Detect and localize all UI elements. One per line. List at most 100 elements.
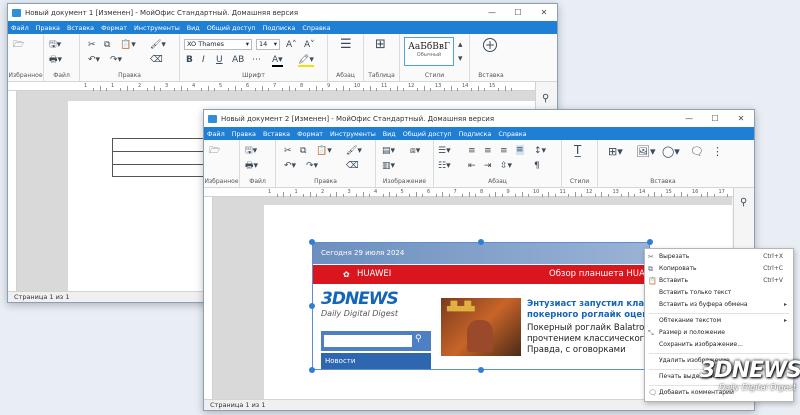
copy-icon[interactable]: ⧉	[104, 40, 110, 50]
ctx-paste[interactable]: 📋 Вставить Ctrl+V	[645, 275, 793, 287]
window-controls: — ☐ ✕	[479, 4, 557, 21]
insert-plus-icon[interactable]: +	[483, 38, 497, 52]
paragraph-spacing-icon[interactable]: ⇳▾	[500, 161, 512, 171]
underline-icon[interactable]: U	[216, 55, 223, 65]
ctx-paste-clipboard[interactable]: Вставить из буфера обмена ▸	[645, 299, 793, 311]
menu-help[interactable]: Справка	[302, 24, 330, 32]
ctx-cut[interactable]: ✂ Вырезать Ctrl+X	[645, 251, 793, 263]
selection-handle[interactable]	[309, 239, 315, 245]
font-color-icon[interactable]: A▾	[272, 55, 283, 67]
more-font-icon[interactable]: ⋯	[252, 55, 261, 65]
align-left-icon[interactable]: ≡	[468, 146, 476, 156]
open-folder-icon[interactable]: 🗁	[209, 146, 220, 156]
selection-handle[interactable]	[478, 239, 484, 245]
menu-file[interactable]: Файл	[207, 130, 225, 138]
menu-edit[interactable]: Правка	[232, 130, 256, 138]
paragraph-icon[interactable]: ☰	[340, 38, 352, 51]
table-icon[interactable]: ⊞	[375, 38, 386, 51]
grow-font-icon[interactable]: A˄	[286, 40, 297, 50]
image-align-icon[interactable]: ▥▾	[382, 161, 395, 171]
italic-icon[interactable]: I	[202, 55, 205, 65]
menu-tools[interactable]: Инструменты	[330, 130, 376, 138]
insert-more-icon[interactable]: ⋮	[712, 146, 723, 157]
minimize-icon[interactable]: —	[676, 110, 702, 127]
image-settings-icon[interactable]: ⧈▾	[410, 146, 420, 156]
menu-subscription[interactable]: Подписка	[263, 24, 296, 32]
ctx-size-position[interactable]: ⤡ Размер и положение	[645, 327, 793, 339]
ctx-paste-text[interactable]: Вставить только текст	[645, 287, 793, 299]
search-icon[interactable]: ⚲	[542, 94, 549, 104]
maximize-icon[interactable]: ☐	[702, 110, 728, 127]
minimize-icon[interactable]: —	[479, 4, 505, 21]
line-spacing-icon[interactable]: ↕▾	[534, 146, 546, 156]
styles-more-icon[interactable]: ▴	[458, 40, 463, 50]
indent-decrease-icon[interactable]: ⇤	[468, 161, 476, 171]
insert-image-icon[interactable]: 🖼▾	[636, 146, 656, 157]
ctx-copy[interactable]: ⧉ Копировать Ctrl+C	[645, 263, 793, 275]
selection-handle[interactable]	[478, 367, 484, 373]
print-icon[interactable]: 🖶▾	[49, 55, 62, 65]
redo-icon[interactable]: ↷▾	[110, 55, 122, 65]
paste-icon[interactable]: 📋▾	[120, 40, 136, 50]
menu-sharing[interactable]: Общий доступ	[207, 24, 256, 32]
align-center-icon[interactable]: ≡	[484, 146, 492, 156]
open-folder-icon[interactable]: 🗁	[13, 40, 24, 50]
maximize-icon[interactable]: ☐	[505, 4, 531, 21]
clear-format-icon[interactable]: ⌫	[150, 55, 163, 65]
cut-icon[interactable]: ✂	[88, 40, 96, 50]
menu-format[interactable]: Формат	[297, 130, 323, 138]
search-icon[interactable]: ⚲	[740, 198, 747, 208]
ctx-text-wrap[interactable]: Обтекание текстом ▸	[645, 315, 793, 327]
insert-table-icon[interactable]: ⊞▾	[608, 146, 623, 157]
close-icon[interactable]: ✕	[531, 4, 557, 21]
undo-icon[interactable]: ↶▾	[88, 55, 100, 65]
pasted-image[interactable]: Сегодня 29 июля 2024 ✿ HUAWEI Обзор план…	[312, 242, 650, 370]
menu-insert[interactable]: Вставка	[263, 130, 290, 138]
styles-expand-icon[interactable]: ▾	[458, 54, 463, 64]
shrink-font-icon[interactable]: A˅	[304, 40, 315, 50]
insert-shape-icon[interactable]: ◯▾	[662, 146, 680, 157]
menu-format[interactable]: Формат	[101, 24, 127, 32]
justify-icon[interactable]: ≡	[516, 145, 524, 155]
font-name-select[interactable]: XO Thames ▾	[184, 39, 252, 50]
paste-icon[interactable]: 📋▾	[316, 146, 332, 156]
undo-icon[interactable]: ↶▾	[284, 161, 296, 171]
style-preview[interactable]: АаБбВвГ Обычный	[404, 37, 454, 66]
format-painter-icon[interactable]: 🖌▾	[150, 40, 166, 50]
menu-subscription[interactable]: Подписка	[459, 130, 492, 138]
print-icon[interactable]: 🖶▾	[245, 161, 258, 171]
menu-sharing[interactable]: Общий доступ	[403, 130, 452, 138]
ctx-save-image[interactable]: Сохранить изображение...	[645, 339, 793, 351]
menu-insert[interactable]: Вставка	[67, 24, 94, 32]
image-wrap-icon[interactable]: ▤▾	[382, 146, 395, 156]
menu-view[interactable]: Вид	[383, 130, 396, 138]
bold-icon[interactable]: B	[186, 55, 193, 65]
clear-format-icon[interactable]: ⌫	[346, 161, 359, 171]
menu-help[interactable]: Справка	[498, 130, 526, 138]
site-watermark: 3DNEWS Daily Digital Digest	[700, 358, 800, 392]
save-icon[interactable]: 🖫▾	[49, 40, 61, 50]
menu-tools[interactable]: Инструменты	[134, 24, 180, 32]
close-icon[interactable]: ✕	[728, 110, 754, 127]
selection-handle[interactable]	[309, 367, 315, 373]
redo-icon[interactable]: ↷▾	[306, 161, 318, 171]
selection-handle[interactable]	[647, 239, 653, 245]
align-right-icon[interactable]: ≡	[500, 146, 508, 156]
menu-edit[interactable]: Правка	[36, 24, 60, 32]
cut-icon[interactable]: ✂	[284, 146, 292, 156]
menu-view[interactable]: Вид	[187, 24, 200, 32]
insert-comment-icon[interactable]: 🗨	[690, 146, 704, 157]
font-size-select[interactable]: 14 ▾	[256, 39, 280, 50]
copy-icon[interactable]: ⧉	[300, 146, 306, 156]
format-painter-icon[interactable]: 🖌▾	[346, 146, 362, 156]
menu-file[interactable]: Файл	[11, 24, 29, 32]
save-icon[interactable]: 🖫▾	[245, 146, 257, 156]
styles-icon[interactable]: T̲	[574, 144, 581, 156]
indent-increase-icon[interactable]: ⇥	[484, 161, 492, 171]
numbered-list-icon[interactable]: ☷▾	[438, 161, 451, 171]
caps-icon[interactable]: AB	[232, 55, 244, 65]
bullet-list-icon[interactable]: ☰▾	[438, 146, 451, 156]
pilcrow-icon[interactable]: ¶	[534, 161, 540, 171]
highlight-icon[interactable]: 🖍▾	[298, 55, 314, 67]
selection-handle[interactable]	[309, 303, 315, 309]
